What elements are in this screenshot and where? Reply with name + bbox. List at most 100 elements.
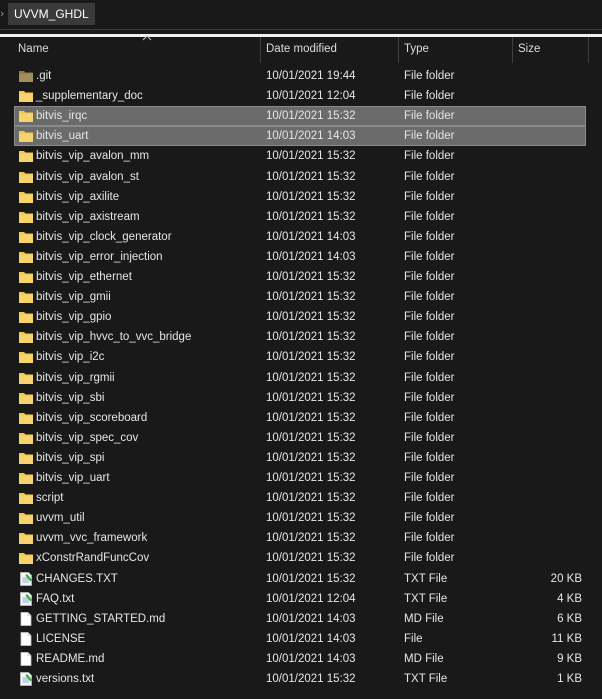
file-row[interactable]: bitvis_vip_uart 10/01/2021 15:32 File fold… [14, 468, 586, 488]
file-type: File folder [404, 512, 455, 525]
file-row[interactable]: bitvis_vip_rgmii 10/01/2021 15:32 File fol… [14, 368, 586, 388]
file-row[interactable]: bitvis_vip_spi 10/01/2021 15:32 File folde… [14, 448, 586, 468]
file-name: _supplementary_doc [36, 90, 143, 103]
file-name: bitvis_vip_uart [36, 472, 110, 484]
column-header-size[interactable]: Size [512, 37, 588, 63]
file-name: bitvis_vip_avalon_st [36, 170, 139, 183]
file-date-modified: 10/01/2021 15:32 [266, 532, 356, 545]
file-name: bitvis_vip_i2c [36, 351, 105, 364]
breadcrumb-item-uvvm-ghdl[interactable]: UVVM_GHDL [8, 3, 95, 25]
notepad-file-icon [18, 571, 34, 587]
file-type: File folder [404, 90, 455, 103]
file-name: bitvis_vip_gmii [36, 291, 111, 304]
file-row[interactable]: bitvis_vip_hvvc_to_vvc_bridge 10/01/2021 … [14, 327, 586, 347]
folder-icon [18, 329, 34, 345]
file-row[interactable]: bitvis_vip_gpio 10/01/2021 15:32 File fold… [14, 307, 586, 327]
file-row[interactable]: bitvis_vip_i2c 10/01/2021 15:32 File folde… [14, 347, 586, 367]
file-row[interactable]: bitvis_vip_avalon_st 10/01/2021 15:32 File… [14, 167, 586, 187]
file-date-modified: 10/01/2021 14:03 [266, 652, 356, 665]
file-type: File folder [404, 291, 455, 304]
folder-icon [18, 148, 34, 164]
file-row[interactable]: bitvis_vip_spec_cov 10/01/2021 15:32 File … [14, 428, 586, 448]
address-bar[interactable]: › UVVM_GHDL [0, 0, 602, 30]
file-date-modified: 10/01/2021 15:32 [266, 552, 356, 565]
file-row[interactable]: FAQ.txt 10/01/2021 12:04 TXT File 4 KB [14, 589, 586, 609]
folder-icon [18, 530, 34, 546]
file-name: script [36, 492, 64, 505]
file-name: uvvm_util [36, 512, 85, 525]
column-resize-handle[interactable] [588, 37, 589, 63]
folder-icon [18, 550, 34, 566]
file-size: 9 KB [557, 652, 582, 665]
folder-icon [18, 169, 34, 185]
file-type: File folder [404, 391, 455, 404]
file-date-modified: 10/01/2021 19:44 [266, 70, 356, 82]
file-date-modified: 10/01/2021 15:32 [266, 492, 356, 505]
folder-icon [18, 430, 34, 446]
file-row[interactable]: bitvis_vip_axistream 10/01/2021 15:32 File… [14, 207, 586, 227]
file-row[interactable]: bitvis_vip_axilite 10/01/2021 15:32 File f… [14, 187, 586, 207]
file-row[interactable]: uvvm_util 10/01/2021 15:32 File folder [14, 508, 586, 528]
folder-icon [18, 370, 34, 386]
file-row[interactable]: LICENSE 10/01/2021 14:03 File 11 KB [14, 629, 586, 649]
file-row[interactable]: GETTING_STARTED.md 10/01/2021 14:03 MD Fil… [14, 609, 586, 629]
file-type: File folder [404, 70, 455, 82]
file-type: File folder [404, 472, 455, 484]
column-header-name[interactable]: Name [12, 35, 260, 63]
chevron-right-icon[interactable]: › [0, 6, 8, 22]
file-type: TXT File [404, 572, 448, 585]
file-name: bitvis_vip_hvvc_to_vvc_bridge [36, 331, 192, 344]
file-type: File folder [404, 492, 455, 505]
file-date-modified: 10/01/2021 14:03 [266, 230, 356, 243]
file-date-modified: 10/01/2021 15:32 [266, 371, 356, 384]
file-row[interactable]: bitvis_uart 10/01/2021 14:03 File folder [14, 126, 586, 147]
file-name: bitvis_vip_scoreboard [36, 411, 148, 424]
file-row[interactable]: bitvis_irqc 10/01/2021 15:32 File folder [14, 106, 586, 127]
column-header-row: Name Date modified Type Size [0, 35, 602, 63]
file-row[interactable]: _supplementary_doc 10/01/2021 12:04 File f… [14, 86, 586, 106]
file-type: File folder [404, 150, 455, 163]
file-date-modified: 10/01/2021 12:04 [266, 90, 356, 103]
file-row[interactable]: .git 10/01/2021 19:44 File folder [14, 66, 586, 86]
file-row[interactable]: versions.txt 10/01/2021 15:32 TXT File 1 KB [14, 669, 586, 689]
file-name: FAQ.txt [36, 592, 75, 605]
file-name: bitvis_vip_avalon_mm [36, 150, 150, 163]
file-date-modified: 10/01/2021 15:32 [266, 431, 356, 444]
file-date-modified: 10/01/2021 15:32 [266, 271, 356, 283]
file-size: 4 KB [557, 592, 582, 605]
file-type: File [404, 632, 423, 645]
column-header-type[interactable]: Type [398, 37, 512, 63]
file-row[interactable]: bitvis_vip_avalon_mm 10/01/2021 15:32 File… [14, 146, 586, 166]
folder-icon [18, 209, 34, 225]
folder-icon [18, 269, 34, 285]
file-row[interactable]: bitvis_vip_ethernet 10/01/2021 15:32 File … [14, 267, 586, 287]
file-date-modified: 10/01/2021 14:03 [266, 612, 356, 625]
file-type: File folder [404, 451, 455, 464]
file-name: bitvis_vip_axilite [36, 190, 120, 203]
blank-file-icon [18, 651, 34, 667]
file-row[interactable]: script 10/01/2021 15:32 File folder [14, 488, 586, 508]
folder-hidden-icon [18, 68, 34, 84]
file-type: File folder [404, 351, 455, 364]
file-size: 6 KB [557, 612, 582, 625]
file-row[interactable]: README.md 10/01/2021 14:03 MD File 9 KB [14, 649, 586, 669]
file-type: File folder [404, 271, 455, 283]
notepad-file-icon [18, 671, 34, 687]
file-type: File folder [404, 552, 455, 565]
file-row[interactable]: bitvis_vip_error_injection 10/01/2021 14:… [14, 247, 586, 267]
file-date-modified: 10/01/2021 15:32 [266, 190, 356, 203]
file-row[interactable]: bitvis_vip_sbi 10/01/2021 15:32 File folde… [14, 388, 586, 408]
sort-ascending-icon [142, 35, 152, 41]
file-type: File folder [404, 130, 455, 143]
column-header-date[interactable]: Date modified [260, 37, 398, 63]
folder-icon [18, 309, 34, 325]
file-row[interactable]: xConstrRandFuncCov 10/01/2021 15:32 File f… [14, 548, 586, 568]
file-row[interactable]: bitvis_vip_clock_generator 10/01/2021 14:… [14, 227, 586, 247]
file-date-modified: 10/01/2021 14:03 [266, 130, 356, 143]
file-row[interactable]: CHANGES.TXT 10/01/2021 15:32 TXT File 20 KB [14, 569, 586, 589]
file-row[interactable]: uvvm_vvc_framework 10/01/2021 15:32 File f… [14, 528, 586, 548]
file-row[interactable]: bitvis_vip_gmii 10/01/2021 15:32 File fold… [14, 287, 586, 307]
file-date-modified: 10/01/2021 15:32 [266, 110, 356, 123]
file-row[interactable]: bitvis_vip_scoreboard 10/01/2021 15:32 Fil… [14, 408, 586, 428]
file-type: File folder [404, 411, 455, 424]
